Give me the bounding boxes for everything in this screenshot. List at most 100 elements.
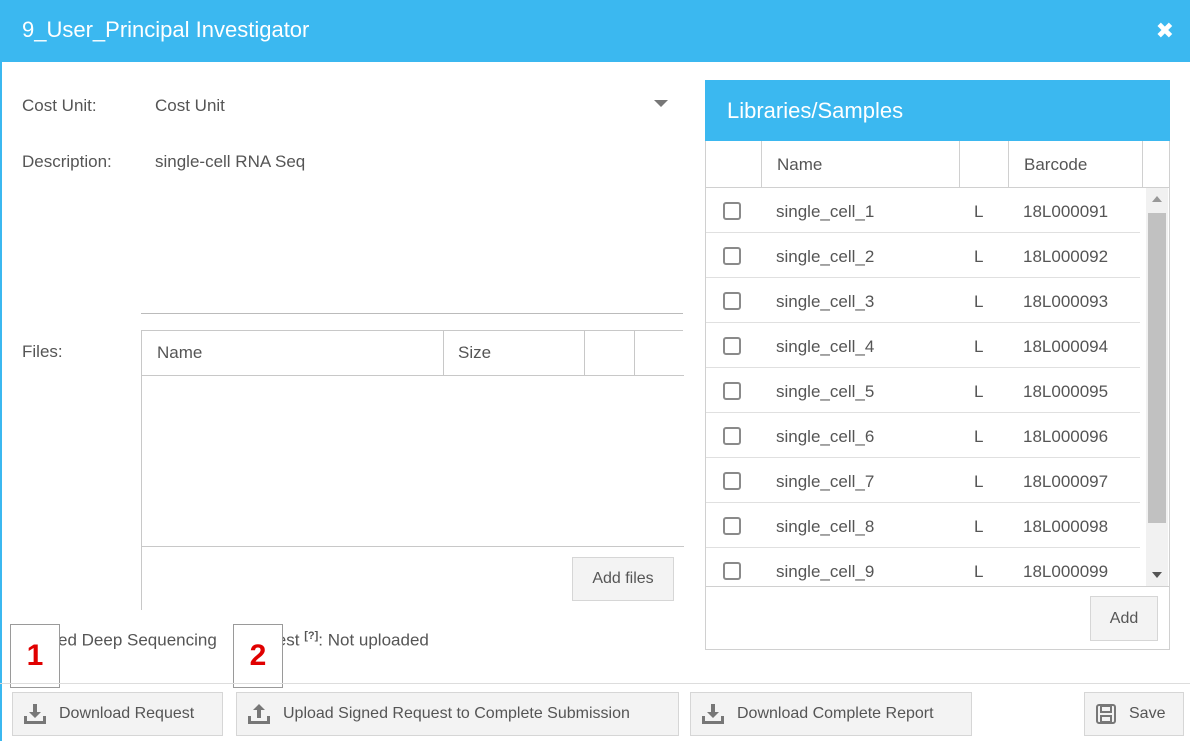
download-request-label: Download Request: [59, 705, 195, 722]
toolbar-divider: [0, 683, 1190, 684]
sample-barcode: 18L000098: [1023, 517, 1109, 536]
description-underline: [141, 313, 683, 314]
sample-barcode: 18L000091: [1023, 202, 1109, 221]
sample-name: single_cell_4: [776, 337, 875, 356]
table-row[interactable]: single_cell_6 L 18L000096: [706, 413, 1140, 458]
row-checkbox[interactable]: [723, 427, 741, 445]
table-row[interactable]: single_cell_5 L 18L000095: [706, 368, 1140, 413]
sample-name: single_cell_5: [776, 382, 875, 401]
sample-type: L: [974, 562, 984, 581]
annotation-marker-2: 2: [233, 624, 283, 688]
cost-unit-label: Cost Unit:: [22, 96, 97, 115]
row-checkbox[interactable]: [723, 247, 741, 265]
table-row[interactable]: single_cell_3 L 18L000093: [706, 278, 1140, 323]
status-text-part1: ed Deep Sequencing: [58, 630, 217, 650]
sample-name: single_cell_1: [776, 202, 875, 221]
libraries-col-name[interactable]: Name: [777, 155, 822, 175]
libraries-footer-line: [706, 586, 1169, 587]
sample-barcode: 18L000093: [1023, 292, 1109, 311]
dialog-frame: [0, 62, 2, 741]
libraries-list: single_cell_1 L 18L000091 single_cell_2 …: [706, 188, 1140, 586]
sample-barcode: 18L000092: [1023, 247, 1109, 266]
table-row[interactable]: single_cell_8 L 18L000098: [706, 503, 1140, 548]
sample-barcode: 18L000099: [1023, 562, 1109, 581]
table-row[interactable]: single_cell_2 L 18L000092: [706, 233, 1140, 278]
table-row[interactable]: single_cell_1 L 18L000091: [706, 188, 1140, 233]
column-divider: [1142, 141, 1143, 188]
dialog-titlebar: 9_User_Principal Investigator ✖: [0, 0, 1190, 62]
sample-name: single_cell_9: [776, 562, 875, 581]
download-request-button[interactable]: Download Request: [12, 692, 223, 736]
files-label: Files:: [22, 342, 63, 361]
add-library-button[interactable]: Add: [1090, 596, 1158, 641]
row-checkbox[interactable]: [723, 337, 741, 355]
sample-name: single_cell_2: [776, 247, 875, 266]
column-divider: [959, 141, 960, 188]
download-icon: [702, 704, 724, 724]
files-grid-footer-line: [142, 546, 684, 547]
sample-barcode: 18L000095: [1023, 382, 1109, 401]
sample-name: single_cell_6: [776, 427, 875, 446]
description-textarea[interactable]: single-cell RNA Seq: [155, 152, 683, 302]
save-button[interactable]: Save: [1084, 692, 1184, 736]
add-files-button[interactable]: Add files: [572, 557, 674, 601]
files-grid-header: Name Size: [142, 331, 684, 376]
row-checkbox[interactable]: [723, 562, 741, 580]
dialog-title: 9_User_Principal Investigator: [22, 17, 310, 42]
row-checkbox[interactable]: [723, 517, 741, 535]
table-row[interactable]: single_cell_7 L 18L000097: [706, 458, 1140, 503]
row-checkbox[interactable]: [723, 202, 741, 220]
help-link[interactable]: [?]: [304, 630, 318, 642]
column-divider: [634, 331, 635, 376]
sample-barcode: 18L000097: [1023, 472, 1109, 491]
files-col-name[interactable]: Name: [157, 343, 202, 363]
sample-name: single_cell_3: [776, 292, 875, 311]
column-divider: [443, 331, 444, 376]
files-grid: Name Size Add files: [141, 330, 684, 610]
sample-barcode: 18L000094: [1023, 337, 1109, 356]
scroll-up-icon[interactable]: [1152, 196, 1162, 202]
status-value: : Not uploaded: [318, 630, 429, 650]
column-divider: [584, 331, 585, 376]
files-col-size[interactable]: Size: [458, 343, 491, 363]
scroll-down-icon[interactable]: [1152, 572, 1162, 578]
sample-type: L: [974, 472, 984, 491]
row-checkbox[interactable]: [723, 382, 741, 400]
scroll-thumb[interactable]: [1148, 213, 1166, 523]
upload-signed-request-label: Upload Signed Request to Complete Submis…: [283, 705, 630, 722]
sample-type: L: [974, 202, 984, 221]
cost-unit-select[interactable]: Cost Unit: [155, 96, 675, 120]
upload-signed-request-button[interactable]: Upload Signed Request to Complete Submis…: [236, 692, 679, 736]
sample-type: L: [974, 292, 984, 311]
sample-type: L: [974, 337, 984, 356]
sample-type: L: [974, 427, 984, 446]
row-checkbox[interactable]: [723, 472, 741, 490]
row-checkbox[interactable]: [723, 292, 741, 310]
libraries-panel: Libraries/Samples Name Barcode single_ce…: [705, 80, 1170, 650]
libraries-col-barcode[interactable]: Barcode: [1024, 155, 1087, 175]
column-divider: [1008, 141, 1009, 188]
table-row[interactable]: single_cell_9 L 18L000099: [706, 548, 1140, 586]
download-complete-report-button[interactable]: Download Complete Report: [690, 692, 972, 736]
sample-type: L: [974, 517, 984, 536]
libraries-title: Libraries/Samples: [727, 98, 904, 123]
annotation-marker-1: 1: [10, 624, 60, 688]
sample-type: L: [974, 247, 984, 266]
upload-icon: [248, 704, 270, 724]
signed-request-status: ed Deep Sequencing est [?]: Not uploaded: [24, 630, 429, 651]
save-label: Save: [1129, 705, 1166, 722]
libraries-scrollbar[interactable]: [1146, 188, 1168, 586]
sample-name: single_cell_8: [776, 517, 875, 536]
download-icon: [24, 704, 46, 724]
sample-name: single_cell_7: [776, 472, 875, 491]
save-icon: [1096, 704, 1116, 724]
description-label: Description:: [22, 152, 112, 171]
sample-barcode: 18L000096: [1023, 427, 1109, 446]
table-row[interactable]: single_cell_4 L 18L000094: [706, 323, 1140, 368]
close-icon[interactable]: ✖: [1156, 18, 1174, 44]
column-divider: [761, 141, 762, 188]
libraries-column-header: Name Barcode: [706, 141, 1169, 188]
libraries-header: Libraries/Samples: [705, 80, 1170, 141]
dropdown-caret-icon[interactable]: [654, 100, 668, 107]
sample-type: L: [974, 382, 984, 401]
